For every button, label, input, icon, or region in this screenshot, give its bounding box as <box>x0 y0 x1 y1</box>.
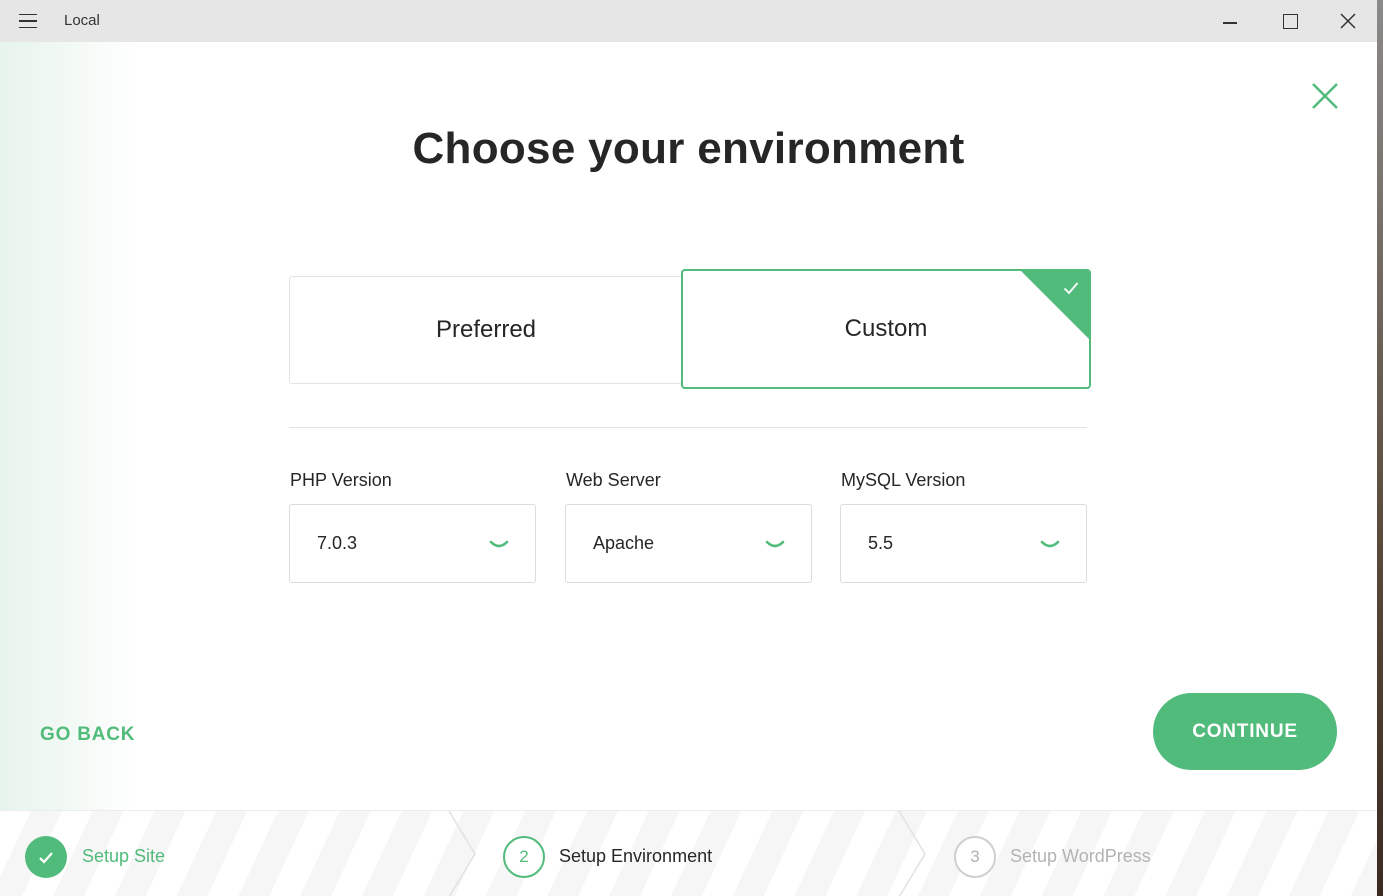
close-icon <box>1340 13 1356 29</box>
minimize-button[interactable] <box>1201 0 1259 42</box>
title-bar: Local <box>0 0 1383 42</box>
step-separator <box>448 811 476 896</box>
step-3-number: 3 <box>970 847 980 866</box>
step-3-indicator: 3 <box>954 836 996 878</box>
step-separator <box>898 811 926 896</box>
preferred-option-card[interactable]: Preferred <box>289 276 683 384</box>
window-title: Local <box>64 12 100 29</box>
web-server-value: Apache <box>593 533 655 553</box>
page-title: Choose your environment <box>412 124 965 173</box>
step-2-label: Setup Environment <box>559 846 713 866</box>
chevron-down-icon <box>765 540 785 548</box>
continue-button[interactable]: CONTINUE <box>1153 693 1337 770</box>
chevron-down-icon <box>489 540 509 548</box>
window-close-button[interactable] <box>1319 0 1377 42</box>
go-back-button[interactable]: GO BACK <box>40 724 135 746</box>
dialog-close-button[interactable] <box>1311 82 1339 110</box>
maximize-button[interactable] <box>1260 0 1318 42</box>
desktop-edge <box>1377 0 1383 896</box>
check-icon <box>1063 282 1079 295</box>
mysql-version-label: MySQL Version <box>841 470 966 490</box>
section-divider <box>289 427 1087 428</box>
chevron-down-icon <box>1040 540 1060 548</box>
step-2-indicator: 2 <box>503 836 545 878</box>
hamburger-menu-icon[interactable] <box>14 10 42 32</box>
custom-option-card[interactable]: Custom <box>681 269 1091 389</box>
check-icon <box>39 851 53 864</box>
web-server-select[interactable]: Apache <box>565 504 812 583</box>
custom-option-label: Custom <box>844 315 928 342</box>
step-progress-bar: Setup Site 2 Setup Environment 3 Setup W… <box>0 810 1377 896</box>
mysql-version-value: 5.5 <box>868 533 894 553</box>
mysql-version-select[interactable]: 5.5 <box>840 504 1087 583</box>
web-server-label: Web Server <box>566 470 661 490</box>
php-version-value: 7.0.3 <box>317 533 358 553</box>
php-version-select[interactable]: 7.0.3 <box>289 504 536 583</box>
step-3-label: Setup WordPress <box>1010 846 1151 866</box>
step-2-number: 2 <box>519 847 529 866</box>
preferred-option-label: Preferred <box>435 316 537 343</box>
close-icon <box>1312 83 1338 109</box>
php-version-label: PHP Version <box>290 470 392 490</box>
step-1-label: Setup Site <box>82 846 166 866</box>
step-1-indicator <box>25 836 67 878</box>
